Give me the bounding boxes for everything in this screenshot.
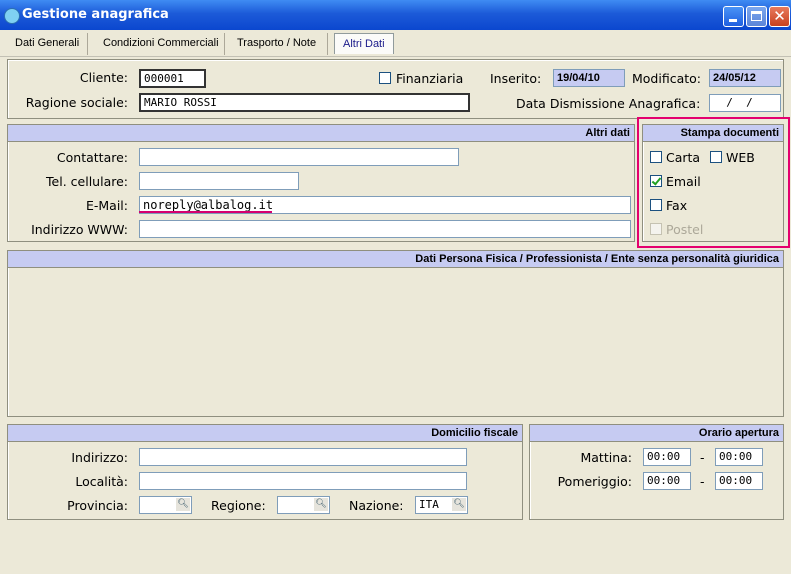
cellulare-input[interactable] xyxy=(139,172,299,190)
persona-fisica-panel: Dati Persona Fisica / Professionista / E… xyxy=(7,250,784,417)
tab-separator xyxy=(327,33,328,55)
finanziaria-checkbox[interactable] xyxy=(379,72,391,84)
nazione-input[interactable]: ITA 🔍︎ xyxy=(415,496,468,514)
web-label: WEB xyxy=(726,150,755,165)
regione-input[interactable]: 🔍︎ xyxy=(277,496,330,514)
persona-fisica-header: Dati Persona Fisica / Professionista / E… xyxy=(8,251,783,268)
carta-checkbox[interactable] xyxy=(650,151,662,163)
mattina-from-input[interactable]: 00:00 xyxy=(643,448,691,466)
nazione-label: Nazione: xyxy=(349,498,404,513)
contattare-label: Contattare: xyxy=(56,150,128,165)
pomeriggio-label: Pomeriggio: xyxy=(557,474,632,489)
mattina-to-input[interactable]: 00:00 xyxy=(715,448,763,466)
search-icon[interactable]: 🔍︎ xyxy=(314,498,328,511)
pomeriggio-separator: - xyxy=(700,474,705,489)
tab-altri-dati[interactable]: Altri Dati xyxy=(334,33,394,54)
cliente-label: Cliente: xyxy=(79,70,128,85)
close-icon: ✕ xyxy=(773,7,786,25)
domicilio-fiscale-header: Domicilio fiscale xyxy=(8,425,522,442)
email-underline xyxy=(139,211,272,213)
dismissione-input[interactable]: / / xyxy=(709,94,781,112)
app-icon xyxy=(4,8,20,24)
modificato-label: Modificato: xyxy=(632,71,702,86)
provincia-input[interactable]: 🔍︎ xyxy=(139,496,192,514)
maximize-icon xyxy=(751,11,762,21)
mattina-label: Mattina: xyxy=(580,450,632,465)
tab-separator xyxy=(224,33,225,55)
cellulare-label: Tel. cellulare: xyxy=(46,174,128,189)
fax-checkbox[interactable] xyxy=(650,199,662,211)
indirizzo-input[interactable] xyxy=(139,448,467,466)
maximize-button[interactable] xyxy=(746,6,767,27)
regione-label: Regione: xyxy=(211,498,266,513)
dismissione-label: Data Dismissione Anagrafica: xyxy=(516,96,701,111)
finanziaria-label: Finanziaria xyxy=(396,71,464,86)
pomeriggio-to-input[interactable]: 00:00 xyxy=(715,472,763,490)
www-input[interactable] xyxy=(139,220,631,238)
email-label: E-Mail: xyxy=(85,198,128,213)
postel-label: Postel xyxy=(666,222,704,237)
inserito-label: Inserito: xyxy=(490,71,542,86)
minimize-button[interactable] xyxy=(723,6,744,27)
indirizzo-label: Indirizzo: xyxy=(71,450,128,465)
window-title: Gestione anagrafica xyxy=(22,7,169,22)
ragione-sociale-label: Ragione sociale: xyxy=(25,95,128,110)
ragione-sociale-input[interactable]: MARIO ROSSI xyxy=(139,93,470,112)
postel-checkbox xyxy=(650,223,662,235)
carta-label: Carta xyxy=(666,150,701,165)
tab-separator xyxy=(87,33,88,55)
provincia-label: Provincia: xyxy=(67,498,128,513)
tab-dati-generali[interactable]: Dati Generali xyxy=(15,33,79,53)
tab-condizioni-commerciali[interactable]: Condizioni Commerciali xyxy=(103,33,219,53)
orario-apertura-header: Orario apertura xyxy=(530,425,783,442)
pomeriggio-from-input[interactable]: 00:00 xyxy=(643,472,691,490)
cliente-input[interactable]: 000001 xyxy=(139,69,206,88)
tab-trasporto-note[interactable]: Trasporto / Note xyxy=(237,33,316,53)
localita-label: Località: xyxy=(75,474,128,489)
mattina-separator: - xyxy=(700,450,705,465)
www-label: Indirizzo WWW: xyxy=(31,222,128,237)
close-button[interactable]: ✕ xyxy=(769,6,790,27)
localita-input[interactable] xyxy=(139,472,467,490)
nazione-value: ITA xyxy=(419,498,439,511)
contattare-input[interactable] xyxy=(139,148,459,166)
search-icon[interactable]: 🔍︎ xyxy=(452,498,466,511)
altri-dati-header: Altri dati xyxy=(8,125,634,142)
modificato-value: 24/05/12 xyxy=(709,69,781,87)
minimize-icon xyxy=(729,19,737,22)
search-icon[interactable]: 🔍︎ xyxy=(176,498,190,511)
web-checkbox[interactable] xyxy=(710,151,722,163)
fax-label: Fax xyxy=(666,198,688,213)
email-stampa-label: Email xyxy=(666,174,701,189)
inserito-value: 19/04/10 xyxy=(553,69,625,87)
email-checkbox[interactable] xyxy=(650,175,662,187)
